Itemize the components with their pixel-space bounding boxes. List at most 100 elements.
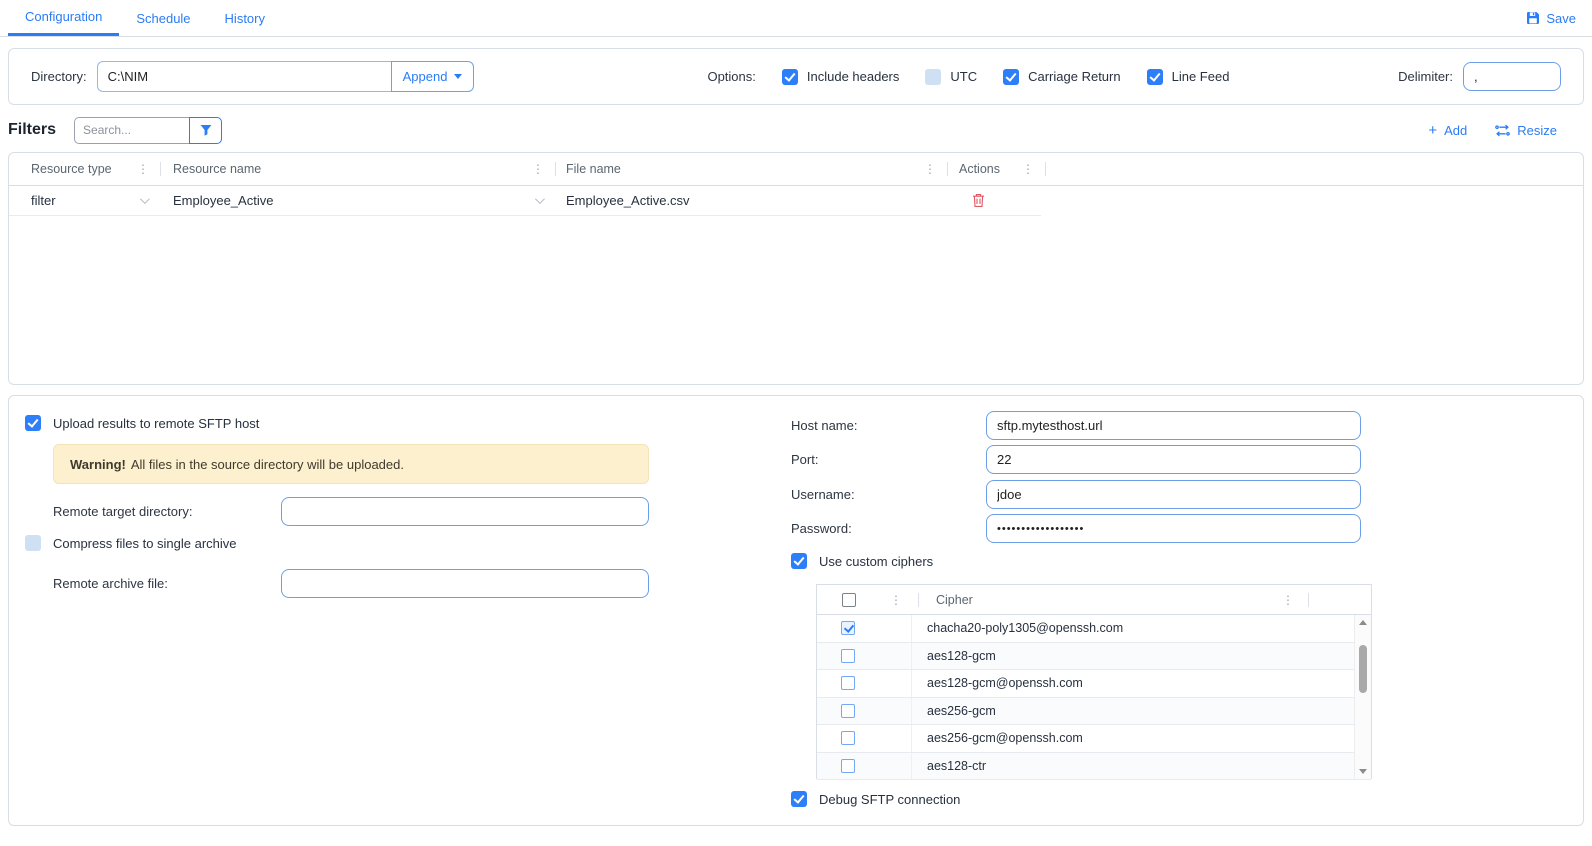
- directory-input[interactable]: [97, 61, 391, 92]
- host-name-input[interactable]: [986, 411, 1361, 440]
- scroll-up-button[interactable]: [1355, 615, 1371, 630]
- column-menu-icon[interactable]: ⋮: [890, 593, 902, 607]
- remote-archive-label: Remote archive file:: [53, 569, 168, 597]
- cipher-checkbox-cell: [817, 643, 912, 670]
- cipher-name: chacha20-poly1305@openssh.com: [912, 621, 1123, 635]
- checkbox-icon[interactable]: [841, 621, 855, 635]
- carriage-return-label: Carriage Return: [1028, 69, 1121, 84]
- append-label: Append: [403, 69, 448, 84]
- file-name-header-label: File name: [566, 162, 621, 176]
- resource-name-header-label: Resource name: [173, 162, 261, 176]
- use-custom-ciphers-checkbox[interactable]: Use custom ciphers: [791, 553, 933, 569]
- cipher-checkbox-cell: [817, 753, 912, 780]
- column-menu-icon[interactable]: ⋮: [1282, 593, 1294, 607]
- table-row: filter Employee_Active Employee_Active.c…: [9, 186, 1041, 216]
- column-actions: Actions ⋮: [948, 153, 1046, 185]
- remote-target-input[interactable]: [281, 497, 649, 526]
- add-button[interactable]: + Add: [1428, 123, 1467, 138]
- filter-search-input[interactable]: [74, 117, 189, 144]
- tab-configuration[interactable]: Configuration: [8, 0, 119, 36]
- resource-type-header-label: Resource type: [31, 162, 112, 176]
- resource-type-value: filter: [31, 193, 56, 208]
- resource-name-cell[interactable]: Employee_Active: [161, 186, 556, 215]
- compress-label: Compress files to single archive: [53, 536, 237, 551]
- actions-cell: [948, 186, 1041, 215]
- delimiter-label: Delimiter:: [1398, 69, 1453, 84]
- save-button[interactable]: Save: [1526, 0, 1576, 36]
- options-label: Options:: [707, 69, 755, 84]
- cipher-table-body: chacha20-poly1305@openssh.com aes128-gcm…: [817, 615, 1371, 779]
- checkbox-icon[interactable]: [25, 415, 41, 431]
- checkbox-icon[interactable]: [1003, 69, 1019, 85]
- scroll-down-button[interactable]: [1355, 764, 1371, 779]
- resize-button[interactable]: Resize: [1495, 123, 1557, 138]
- checkbox-icon[interactable]: [925, 69, 941, 85]
- add-label: Add: [1444, 123, 1467, 138]
- plus-icon: +: [1428, 123, 1437, 138]
- checkbox-icon[interactable]: [1147, 69, 1163, 85]
- cipher-name: aes256-gcm@openssh.com: [912, 731, 1083, 745]
- cipher-scrollbar[interactable]: [1354, 615, 1371, 779]
- warning-alert: Warning! All files in the source directo…: [53, 444, 649, 484]
- cipher-checkbox-cell: [817, 670, 912, 697]
- file-name-cell: Employee_Active.csv: [556, 186, 948, 215]
- checkbox-icon[interactable]: [791, 791, 807, 807]
- page: Configuration Schedule History Save Dire…: [0, 0, 1592, 846]
- delimiter-input[interactable]: [1463, 62, 1561, 91]
- checkbox-icon[interactable]: [841, 676, 855, 690]
- filters-table-header: Resource type ⋮ Resource name ⋮ File nam…: [9, 153, 1583, 186]
- column-menu-icon[interactable]: ⋮: [924, 162, 936, 176]
- checkbox-icon[interactable]: [782, 69, 798, 85]
- utc-checkbox[interactable]: UTC: [925, 69, 977, 85]
- carriage-return-checkbox[interactable]: Carriage Return: [1003, 69, 1121, 85]
- cipher-row: aes256-gcm: [817, 698, 1371, 726]
- filters-table: Resource type ⋮ Resource name ⋮ File nam…: [8, 152, 1584, 385]
- select-all-checkbox[interactable]: [842, 593, 856, 607]
- remote-archive-input[interactable]: [281, 569, 649, 598]
- cipher-name: aes256-gcm: [912, 704, 996, 718]
- filter-funnel-button[interactable]: [189, 117, 222, 144]
- checkbox-icon[interactable]: [841, 704, 855, 718]
- upload-sftp-checkbox[interactable]: Upload results to remote SFTP host: [25, 415, 259, 431]
- warning-text: All files in the source directory will b…: [131, 457, 404, 472]
- include-headers-checkbox[interactable]: Include headers: [782, 69, 900, 85]
- column-menu-icon[interactable]: ⋮: [137, 162, 149, 176]
- password-input[interactable]: [986, 514, 1361, 543]
- filters-toolbar: Filters + Add Resize: [8, 112, 1584, 148]
- scrollbar-thumb[interactable]: [1359, 645, 1367, 693]
- column-menu-icon[interactable]: ⋮: [532, 162, 544, 176]
- cipher-checkbox-cell: [817, 615, 912, 642]
- tab-schedule[interactable]: Schedule: [119, 0, 207, 36]
- column-resource-name: Resource name ⋮: [161, 153, 556, 185]
- checkbox-icon[interactable]: [791, 553, 807, 569]
- delete-icon[interactable]: [972, 193, 985, 208]
- include-headers-label: Include headers: [807, 69, 900, 84]
- filter-search-group: [74, 117, 222, 144]
- save-icon: [1526, 11, 1540, 25]
- port-input[interactable]: [986, 445, 1361, 474]
- compress-checkbox[interactable]: Compress files to single archive: [25, 535, 237, 551]
- options-group: Options: Include headers UTC Carriage Re…: [707, 69, 1229, 85]
- cipher-name: aes128-gcm@openssh.com: [912, 676, 1083, 690]
- line-feed-checkbox[interactable]: Line Feed: [1147, 69, 1230, 85]
- username-input[interactable]: [986, 480, 1361, 509]
- checkbox-icon[interactable]: [841, 649, 855, 663]
- resource-type-cell[interactable]: filter: [9, 186, 161, 215]
- checkbox-icon[interactable]: [841, 759, 855, 773]
- actions-header-label: Actions: [959, 162, 1000, 176]
- column-menu-icon[interactable]: ⋮: [1022, 162, 1034, 176]
- remote-target-label: Remote target directory:: [53, 497, 192, 525]
- cipher-table: ⋮ Cipher ⋮ chacha20-poly1305@openssh.com…: [816, 584, 1372, 779]
- column-file-name: File name ⋮: [556, 153, 948, 185]
- chevron-down-icon[interactable]: [535, 194, 545, 204]
- column-spacer: [1046, 153, 1583, 185]
- debug-sftp-checkbox[interactable]: Debug SFTP connection: [791, 791, 960, 807]
- checkbox-icon[interactable]: [841, 731, 855, 745]
- delimiter-group: Delimiter:: [1398, 62, 1561, 91]
- checkbox-icon[interactable]: [25, 535, 41, 551]
- chevron-down-icon[interactable]: [140, 194, 150, 204]
- tab-history[interactable]: History: [208, 0, 282, 36]
- username-label: Username:: [791, 480, 855, 508]
- resize-icon: [1495, 124, 1510, 137]
- append-dropdown-button[interactable]: Append: [391, 61, 475, 92]
